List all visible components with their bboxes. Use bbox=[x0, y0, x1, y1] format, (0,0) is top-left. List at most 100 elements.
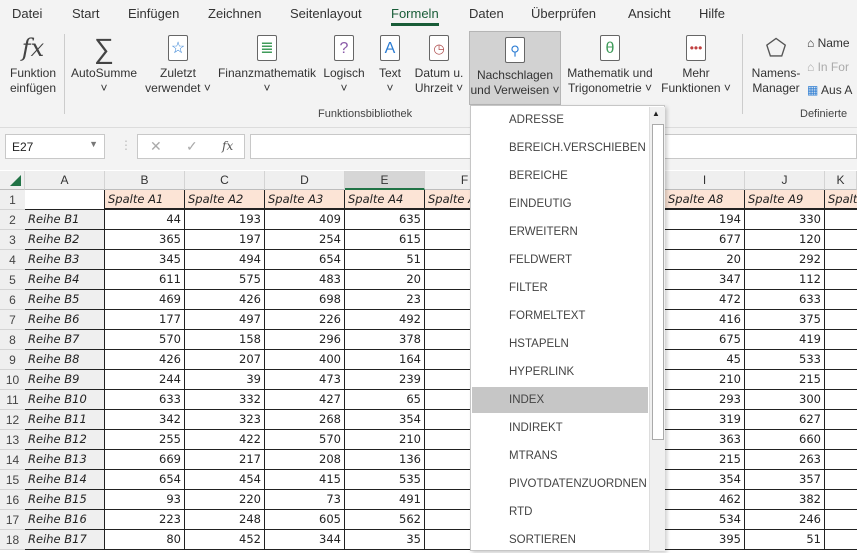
cell[interactable] bbox=[825, 510, 857, 530]
confirm-icon[interactable]: ✓ bbox=[186, 138, 198, 155]
row-label-cell[interactable]: Reihe B9 bbox=[25, 370, 105, 390]
value-cell[interactable]: 296 bbox=[265, 330, 345, 350]
tab-datei[interactable]: Datei bbox=[12, 6, 42, 21]
value-cell[interactable]: 44 bbox=[105, 210, 185, 230]
dropdown-item-sortieren[interactable]: SORTIEREN bbox=[472, 527, 648, 553]
column-header-D[interactable]: D bbox=[265, 171, 345, 190]
value-cell[interactable]: 244 bbox=[105, 370, 185, 390]
column-header-E[interactable]: E bbox=[345, 171, 425, 190]
dropdown-item-index[interactable]: INDEX bbox=[472, 387, 648, 413]
scrollbar-thumb[interactable] bbox=[652, 124, 664, 440]
value-cell[interactable]: 660 bbox=[745, 430, 825, 450]
value-cell[interactable]: 400 bbox=[265, 350, 345, 370]
column-title-cell[interactable]: Spalte A2 bbox=[185, 190, 265, 210]
row-header[interactable]: 17 bbox=[0, 510, 25, 530]
value-cell[interactable]: 292 bbox=[745, 250, 825, 270]
row-header[interactable]: 11 bbox=[0, 390, 25, 410]
value-cell[interactable]: 344 bbox=[265, 530, 345, 550]
dropdown-item-bereiche[interactable]: BEREICHE bbox=[472, 163, 648, 189]
tab-zeichnen[interactable]: Zeichnen bbox=[208, 6, 261, 21]
financial-button[interactable]: ≣ Finanzmathematik ˅ bbox=[216, 30, 318, 104]
row-label-cell[interactable]: Reihe B16 bbox=[25, 510, 105, 530]
value-cell[interactable]: 357 bbox=[745, 470, 825, 490]
row-label-cell[interactable]: Reihe B2 bbox=[25, 230, 105, 250]
value-cell[interactable]: 345 bbox=[105, 250, 185, 270]
value-cell[interactable]: 492 bbox=[345, 310, 425, 330]
insert-function-icon[interactable]: fx bbox=[222, 139, 233, 153]
value-cell[interactable]: 319 bbox=[665, 410, 745, 430]
value-cell[interactable]: 570 bbox=[105, 330, 185, 350]
value-cell[interactable]: 342 bbox=[105, 410, 185, 430]
value-cell[interactable]: 497 bbox=[185, 310, 265, 330]
value-cell[interactable]: 415 bbox=[265, 470, 345, 490]
value-cell[interactable]: 698 bbox=[265, 290, 345, 310]
value-cell[interactable]: 677 bbox=[665, 230, 745, 250]
value-cell[interactable]: 395 bbox=[665, 530, 745, 550]
name-manager-button[interactable]: ⬠ Namens- Manager bbox=[748, 30, 804, 104]
value-cell[interactable]: 255 bbox=[105, 430, 185, 450]
value-cell[interactable]: 210 bbox=[665, 370, 745, 390]
tab-formeln[interactable]: Formeln bbox=[391, 6, 439, 26]
use-in-formula-button[interactable]: ⌂ In For bbox=[807, 60, 849, 74]
value-cell[interactable]: 483 bbox=[265, 270, 345, 290]
value-cell[interactable]: 535 bbox=[345, 470, 425, 490]
define-name-button[interactable]: ⌂ Name bbox=[807, 36, 850, 50]
column-header-C[interactable]: C bbox=[185, 171, 265, 190]
math-trig-button[interactable]: θ Mathematik und Trigonometrie ˅ bbox=[563, 30, 657, 104]
value-cell[interactable]: 194 bbox=[665, 210, 745, 230]
value-cell[interactable]: 158 bbox=[185, 330, 265, 350]
row-label-cell[interactable]: Reihe B3 bbox=[25, 250, 105, 270]
value-cell[interactable]: 419 bbox=[745, 330, 825, 350]
select-all-button[interactable] bbox=[0, 171, 25, 190]
more-functions-button[interactable]: ••• Mehr Funktionen ˅ bbox=[658, 30, 734, 104]
column-header-J[interactable]: J bbox=[745, 171, 825, 190]
row-header[interactable]: 18 bbox=[0, 530, 25, 550]
column-header-I[interactable]: I bbox=[665, 171, 745, 190]
row-header[interactable]: 13 bbox=[0, 430, 25, 450]
row-header[interactable]: 1 bbox=[0, 190, 25, 210]
value-cell[interactable]: 427 bbox=[265, 390, 345, 410]
value-cell[interactable]: 426 bbox=[105, 350, 185, 370]
row-label-cell[interactable]: Reihe B6 bbox=[25, 310, 105, 330]
name-box[interactable]: E27 ▼ bbox=[5, 134, 105, 159]
value-cell[interactable]: 473 bbox=[265, 370, 345, 390]
column-header-K[interactable]: K bbox=[825, 171, 857, 190]
value-cell[interactable]: 562 bbox=[345, 510, 425, 530]
dropdown-item-indirekt[interactable]: INDIREKT bbox=[472, 415, 648, 441]
value-cell[interactable]: 469 bbox=[105, 290, 185, 310]
value-cell[interactable]: 409 bbox=[265, 210, 345, 230]
logical-button[interactable]: ? Logisch ˅ bbox=[320, 30, 368, 104]
tab-einfügen[interactable]: Einfügen bbox=[128, 6, 179, 21]
dropdown-item-mtrans[interactable]: MTRANS bbox=[472, 443, 648, 469]
value-cell[interactable]: 416 bbox=[665, 310, 745, 330]
row-label-cell[interactable]: Reihe B15 bbox=[25, 490, 105, 510]
create-from-selection-button[interactable]: ▦ Aus A bbox=[807, 83, 852, 97]
value-cell[interactable]: 73 bbox=[265, 490, 345, 510]
value-cell[interactable]: 332 bbox=[185, 390, 265, 410]
row-label-cell[interactable]: Reihe B4 bbox=[25, 270, 105, 290]
value-cell[interactable]: 120 bbox=[745, 230, 825, 250]
value-cell[interactable]: 226 bbox=[265, 310, 345, 330]
dropdown-item-erweitern[interactable]: ERWEITERN bbox=[472, 219, 648, 245]
value-cell[interactable]: 254 bbox=[265, 230, 345, 250]
cell[interactable] bbox=[825, 310, 857, 330]
value-cell[interactable]: 575 bbox=[185, 270, 265, 290]
value-cell[interactable]: 210 bbox=[345, 430, 425, 450]
dropdown-item-filter[interactable]: FILTER bbox=[472, 275, 648, 301]
tab-hilfe[interactable]: Hilfe bbox=[699, 6, 725, 21]
value-cell[interactable]: 570 bbox=[265, 430, 345, 450]
value-cell[interactable]: 217 bbox=[185, 450, 265, 470]
value-cell[interactable]: 239 bbox=[345, 370, 425, 390]
cell[interactable] bbox=[825, 350, 857, 370]
value-cell[interactable]: 23 bbox=[345, 290, 425, 310]
value-cell[interactable]: 207 bbox=[185, 350, 265, 370]
dropdown-item-adresse[interactable]: ADRESSE bbox=[472, 107, 648, 133]
value-cell[interactable]: 248 bbox=[185, 510, 265, 530]
value-cell[interactable]: 208 bbox=[265, 450, 345, 470]
row-header[interactable]: 2 bbox=[0, 210, 25, 230]
column-title-cell[interactable]: Spalte A1 bbox=[105, 190, 185, 210]
value-cell[interactable]: 177 bbox=[105, 310, 185, 330]
value-cell[interactable]: 164 bbox=[345, 350, 425, 370]
value-cell[interactable]: 112 bbox=[745, 270, 825, 290]
value-cell[interactable]: 220 bbox=[185, 490, 265, 510]
